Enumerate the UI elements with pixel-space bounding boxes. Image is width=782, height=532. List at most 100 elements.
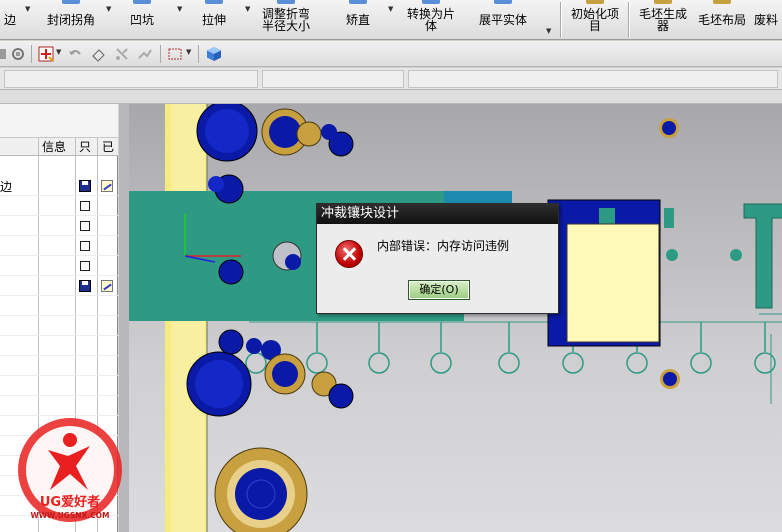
insert-cavity [566,223,660,343]
solid-cube-icon[interactable] [206,46,222,62]
navigator-row[interactable] [0,376,118,396]
navigator-row[interactable]: 边 [0,176,118,196]
ribbon-separator [560,2,561,38]
ribbon-button-straighten[interactable]: 矫直 [338,0,378,40]
error-dialog: 冲裁镶块设计 内部错误：内存访问违例 确定(O) [316,203,559,314]
bolt-cluster-bottom [186,329,354,417]
navigator-row[interactable] [0,356,118,376]
flatten-solid-icon [494,0,512,4]
ribbon-button-blank-generator[interactable]: 毛坯生成 器 [634,0,692,40]
undo-icon[interactable] [67,46,83,62]
navigator-row[interactable] [0,196,118,216]
dropdown-arrow-icon[interactable]: ▼ [245,5,250,13]
column-modified[interactable]: 已 [102,139,114,155]
readonly-checkbox[interactable] [80,221,90,231]
ribbon-label: 凹坑 [129,13,154,27]
ribbon-label-line2: 体 [424,19,437,33]
ribbon-overflow-arrow-icon[interactable]: ▼ [546,27,551,35]
ribbon-button-initialize-project[interactable]: 初始化项 目 [566,0,624,40]
bend-radius-icon [277,0,295,4]
resource-bar-header [0,90,782,104]
dialog-body: 内部错误：内存访问违例 确定(O) [317,224,558,313]
ribbon-label: 拉伸 [201,13,226,27]
t-shaped-punch [743,203,782,309]
ribbon-label: 封闭拐角 [46,13,95,27]
selection-box-icon[interactable] [167,46,183,62]
navigator-row[interactable] [0,316,118,336]
ribbon-separator [628,2,629,38]
convert-sheet-icon [422,0,440,4]
stretch-icon [205,0,223,4]
toolbar-separator [31,45,32,63]
filter-field[interactable] [262,70,404,88]
column-readonly[interactable]: 只 [79,139,91,155]
toolbar-separator [198,45,199,63]
ribbon-button-adjust-bend-radius[interactable]: 调整折弯 半径大小 [257,0,315,40]
navigator-row[interactable] [0,256,118,276]
pilot-holes-row [245,322,776,374]
dimple-icon [133,0,151,4]
cad-model-scene[interactable] [119,104,782,532]
point-constructor-icon[interactable] [38,46,54,62]
readonly-checkbox[interactable] [80,261,90,271]
ribbon-label-line2: 半径大小 [261,19,310,33]
ribbon-button-stretch[interactable]: 拉伸 [194,0,234,40]
error-icon [335,240,363,268]
readonly-checkbox[interactable] [80,201,90,211]
dropdown-arrow-icon[interactable]: ▼ [177,5,182,13]
navigator-row[interactable] [0,216,118,236]
brand-watermark: UG爱好者 WWW.UGSNX.COM [18,418,122,522]
filter-field[interactable] [408,70,778,88]
row-label: 边 [0,180,13,194]
ribbon-button-edge[interactable]: 边 [0,0,20,40]
filter-field[interactable] [4,70,258,88]
error-message: 内部错误：内存访问违例 [377,239,510,253]
navigator-row[interactable] [0,336,118,356]
save-icon [79,180,91,192]
navigator-row[interactable] [0,276,118,296]
ribbon-label: 毛坯布局 [697,13,746,27]
navigator-row[interactable] [0,296,118,316]
save-icon [79,280,91,292]
ribbon-button-closed-corner[interactable]: 封闭拐角 [42,0,100,40]
navigator-column-headers: 信息 只 已 [0,138,118,156]
ribbon-button-scrap[interactable]: 废料 [754,0,782,40]
ribbon-label: 废料 [754,13,779,27]
eraser-icon[interactable] [90,46,106,62]
closed-corner-icon [62,0,80,4]
dropdown-arrow-icon[interactable]: ▼ [25,5,30,13]
ribbon-button-flatten-solid[interactable]: 展平实体 [474,0,532,40]
column-info[interactable]: 信息 [42,139,66,155]
ribbon-label-line2: 目 [588,19,601,33]
watermark-url: WWW.UGSNX.COM [31,511,110,520]
straighten-icon [349,0,367,4]
watermark-brand: UG爱好者 [40,494,100,510]
modified-icon [101,280,113,292]
selection-filter-bar [0,68,782,90]
ok-button[interactable]: 确定(O) [408,280,470,300]
ribbon-label: 展平实体 [478,13,527,27]
blank-generator-icon [654,0,672,4]
bolt-cluster-top [196,104,354,204]
ribbon-button-blank-layout[interactable]: 毛坯布局 [694,0,750,40]
ok-button-label: 确定(O) [419,283,459,296]
toolbar-separator [160,45,161,63]
ribbon-button-convert-to-sheet[interactable]: 转换为片 体 [402,0,460,40]
snap-view-icon[interactable] [10,46,26,62]
graphics-window[interactable] [119,104,782,532]
blank-layout-icon [713,0,731,4]
ribbon-label: 矫直 [345,13,370,27]
navigator-header [0,104,118,138]
dropdown-arrow-icon[interactable]: ▼ [186,48,191,56]
dropdown-arrow-icon[interactable]: ▼ [106,5,111,13]
move-object-icon[interactable] [137,46,153,62]
dropdown-arrow-icon[interactable]: ▼ [388,5,393,13]
dropdown-arrow-icon[interactable]: ▼ [56,48,61,56]
transform-icon[interactable] [114,46,130,62]
navigator-row[interactable] [0,236,118,256]
dialog-title-bar[interactable]: 冲裁镶块设计 [317,204,558,224]
quick-access-toolbar: ▼ ▼ [0,41,782,67]
initialize-project-icon [586,0,604,4]
readonly-checkbox[interactable] [80,241,90,251]
ribbon-button-dimple[interactable]: 凹坑 [122,0,162,40]
